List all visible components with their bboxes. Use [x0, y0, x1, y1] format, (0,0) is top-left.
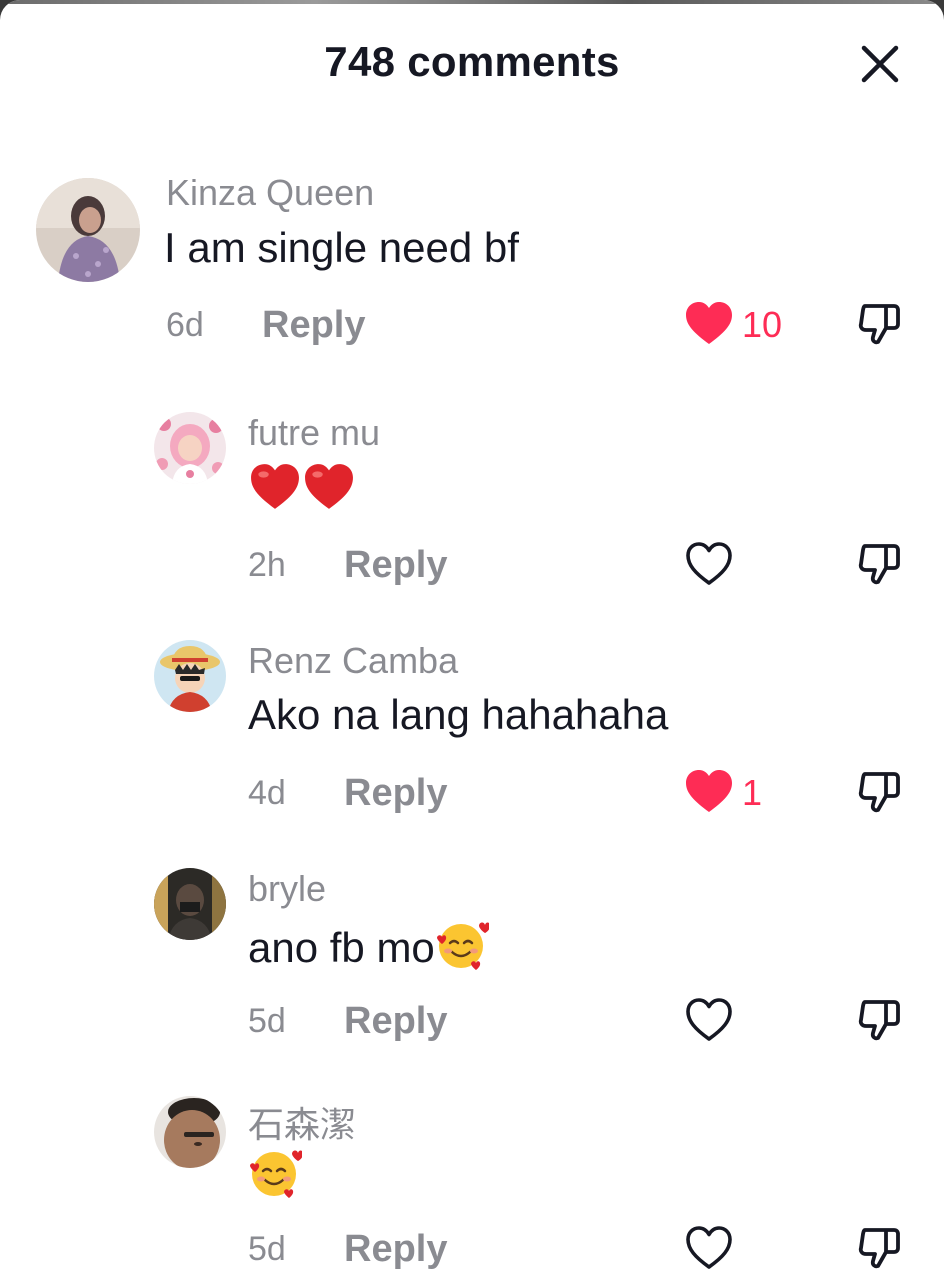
reply-button[interactable]: Reply [344, 1000, 447, 1043]
comment-timestamp: 5d [248, 1002, 286, 1040]
dislike-button[interactable] [856, 540, 904, 588]
like-button[interactable] [684, 540, 736, 588]
smiling-face-with-hearts-emoji-icon [250, 1150, 302, 1198]
heart-outline-icon [686, 998, 732, 1041]
like-button[interactable] [684, 996, 736, 1044]
red-heart-emoji-icon [251, 464, 299, 509]
avatar[interactable] [154, 868, 226, 940]
like-button[interactable]: 1 [684, 768, 774, 816]
reply-button[interactable]: Reply [344, 772, 447, 815]
comment-username[interactable]: 石森潔 [248, 1096, 356, 1148]
dislike-button[interactable] [856, 768, 904, 816]
comment-timestamp: 6d [166, 306, 204, 344]
comments-sheet: 748 comments Kinza Queen I am single nee… [0, 0, 944, 1280]
like-button[interactable] [684, 1224, 736, 1272]
avatar[interactable] [154, 412, 226, 484]
comment-timestamp: 2h [248, 546, 286, 584]
dislike-button[interactable] [856, 1224, 904, 1272]
dislike-button[interactable] [856, 300, 904, 348]
close-button[interactable] [856, 40, 904, 88]
thumbs-down-icon [858, 304, 900, 345]
red-heart-emoji-icon [305, 464, 353, 509]
comments-count-title: 748 comments [324, 38, 620, 85]
close-icon [861, 45, 899, 83]
heart-filled-icon [686, 302, 732, 344]
comment-text-content: ano fb mo [248, 924, 435, 971]
comment-timestamp: 5d [248, 1230, 286, 1268]
avatar[interactable] [36, 178, 140, 282]
comment-username[interactable]: Renz Camba [248, 640, 458, 682]
like-button[interactable]: 10 [684, 300, 794, 348]
avatar[interactable] [154, 640, 226, 712]
heart-filled-icon [686, 770, 732, 812]
thumbs-down-icon [858, 772, 900, 813]
reply-button[interactable]: Reply [344, 1228, 447, 1271]
thumbs-down-icon [858, 1228, 900, 1269]
heart-outline-icon [686, 542, 732, 585]
comment-text: ano fb mo [248, 918, 489, 973]
heart-outline-icon [686, 1226, 732, 1269]
comment-text: I am single need bf [164, 224, 519, 271]
like-count: 10 [742, 304, 783, 345]
comment-text [248, 1146, 302, 1201]
thumbs-down-icon [858, 1000, 900, 1041]
reply-button[interactable]: Reply [344, 544, 447, 587]
avatar[interactable] [154, 1096, 226, 1168]
comment-timestamp: 4d [248, 774, 286, 812]
smiling-face-with-hearts-emoji-icon [436, 922, 489, 970]
comment-text [248, 462, 356, 513]
comment-username[interactable]: futre mu [248, 412, 380, 454]
comment-username[interactable]: bryle [248, 868, 326, 910]
like-count: 1 [742, 772, 763, 813]
comment-text: Ako na lang hahahaha [248, 691, 669, 738]
thumbs-down-icon [858, 544, 900, 585]
comment-username[interactable]: Kinza Queen [166, 172, 374, 214]
dislike-button[interactable] [856, 996, 904, 1044]
video-edge-strip [0, 0, 944, 4]
reply-button[interactable]: Reply [262, 304, 365, 347]
